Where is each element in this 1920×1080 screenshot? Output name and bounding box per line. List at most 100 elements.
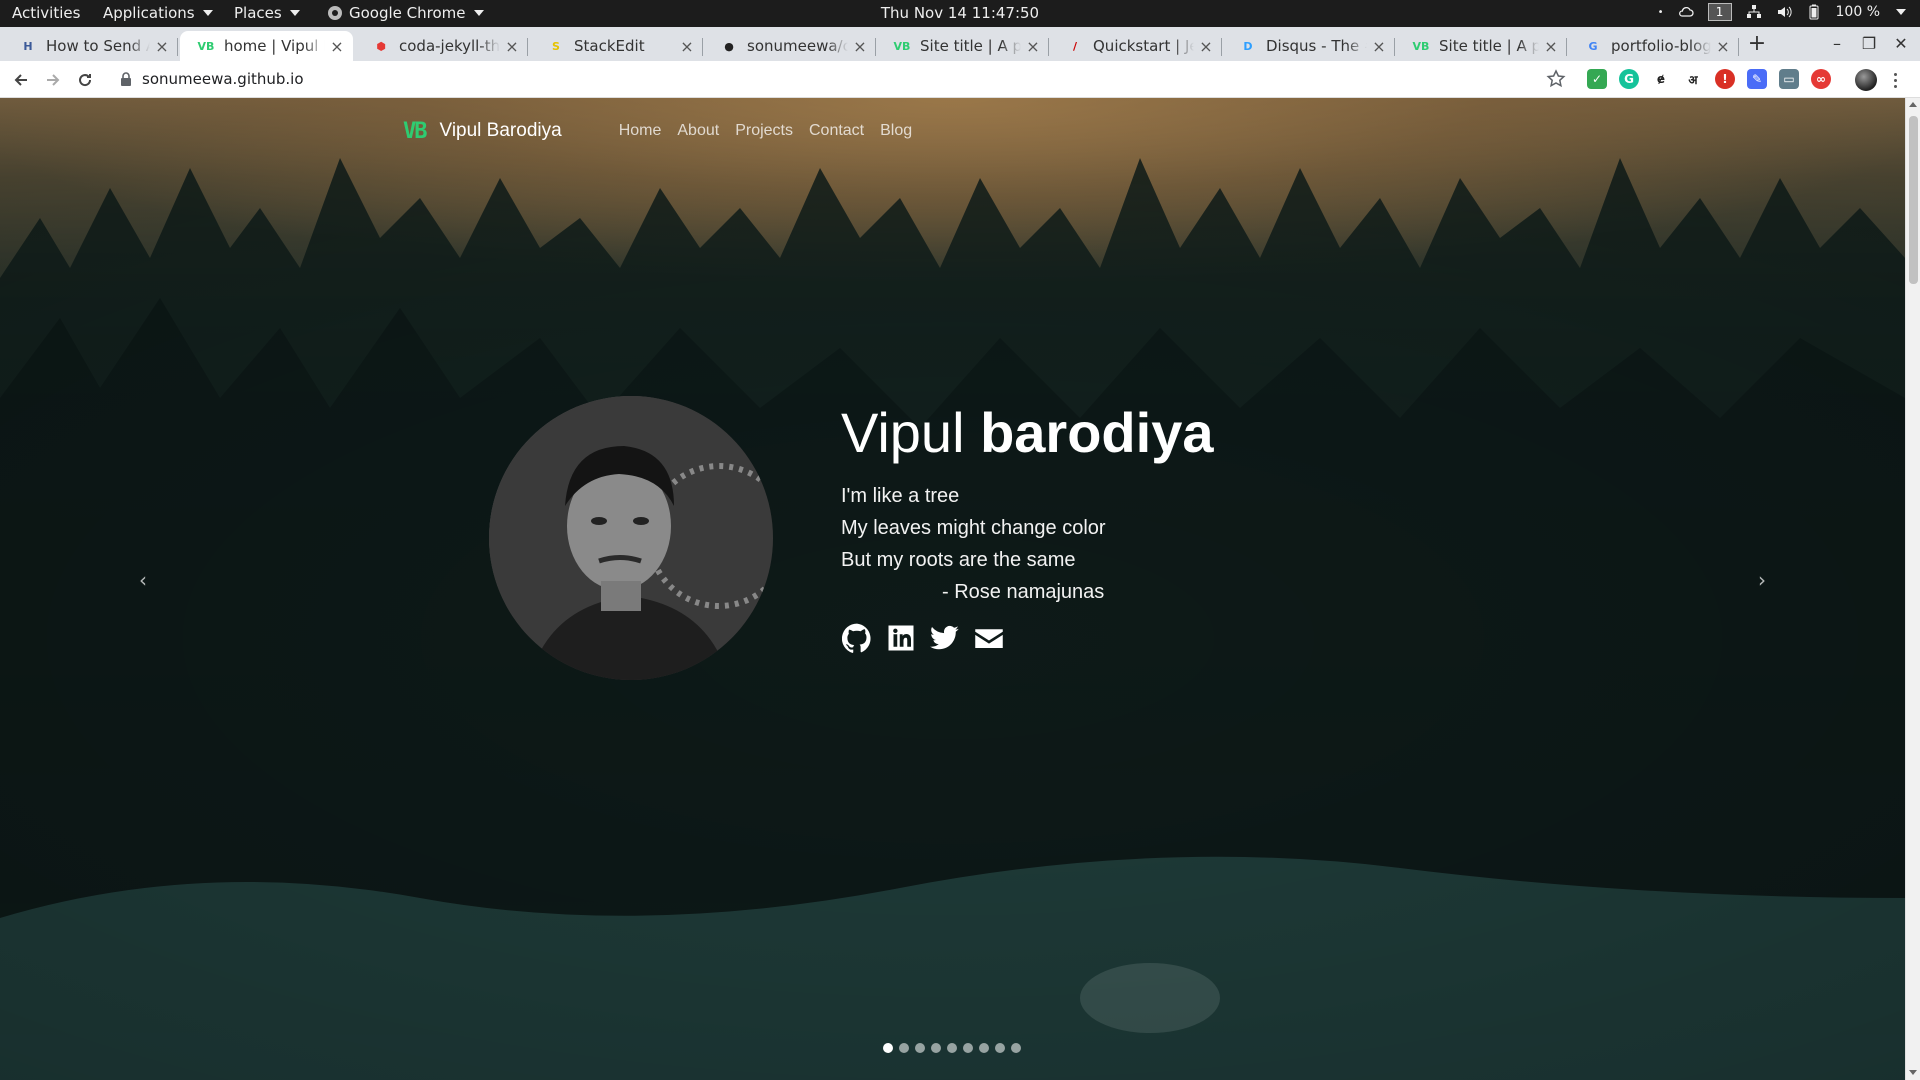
close-icon[interactable]: × xyxy=(1715,37,1731,56)
github-icon[interactable] xyxy=(841,622,873,654)
linkedin-icon[interactable] xyxy=(885,622,917,654)
chrome-icon xyxy=(327,5,343,21)
tab-title: home | Vipul Ba xyxy=(224,37,325,55)
activities-button[interactable]: Activities xyxy=(12,4,80,22)
profile-photo xyxy=(489,396,773,680)
carousel-dot[interactable] xyxy=(979,1043,989,1053)
email-icon[interactable] xyxy=(973,622,1005,654)
forward-button[interactable] xyxy=(42,69,64,91)
back-button[interactable] xyxy=(10,69,32,91)
favicon-icon: H xyxy=(23,39,33,53)
lock-icon xyxy=(121,72,131,86)
browser-tab-active[interactable]: VB home | Vipul Ba× xyxy=(180,31,353,61)
close-icon[interactable]: × xyxy=(1371,37,1387,56)
reload-button[interactable] xyxy=(74,69,96,91)
browser-tab[interactable]: VB Site title | A pers× xyxy=(1395,31,1567,61)
carousel-dot[interactable] xyxy=(883,1043,893,1053)
carousel-dot[interactable] xyxy=(995,1043,1005,1053)
hindi-input-icon[interactable]: अ xyxy=(1683,69,1703,89)
tab-strip: HHow to Send Ap× VBhome | Vipul Ba× ⬢cod… xyxy=(0,27,1920,61)
scroll-down-arrow-icon[interactable] xyxy=(1909,1070,1917,1075)
close-window-button[interactable]: ✕ xyxy=(1891,34,1911,53)
carousel-dot[interactable] xyxy=(947,1043,957,1053)
close-icon[interactable]: × xyxy=(329,37,345,56)
site-logo[interactable]: VB xyxy=(403,119,427,144)
carousel-next-button[interactable]: › xyxy=(1752,568,1772,598)
restore-button[interactable]: ❐ xyxy=(1859,34,1879,53)
close-icon[interactable]: × xyxy=(1198,37,1214,56)
close-icon[interactable]: × xyxy=(1025,37,1041,56)
applications-menu[interactable]: Applications xyxy=(103,4,213,22)
browser-tab[interactable]: H How to Send Ap× xyxy=(2,31,178,61)
carousel-dot[interactable] xyxy=(963,1043,973,1053)
browser-tab[interactable]: S StackEdit × xyxy=(530,31,703,61)
tab-title: Disqus - The #1 xyxy=(1266,37,1367,55)
page-scrollbar[interactable] xyxy=(1905,98,1920,1080)
browser-tab[interactable]: Gportfolio-blog li× xyxy=(1567,31,1739,61)
profile-avatar[interactable] xyxy=(1855,69,1877,91)
hero-first-name: Vipul xyxy=(841,401,965,464)
carousel-dot[interactable] xyxy=(931,1043,941,1053)
extension-icon[interactable]: ∞ xyxy=(1811,69,1831,89)
new-tab-button[interactable]: + xyxy=(1746,33,1768,55)
scroll-up-arrow-icon[interactable] xyxy=(1909,102,1917,107)
favicon-icon: / xyxy=(1072,39,1078,53)
quote-line: My leaves might change color xyxy=(841,517,1106,539)
extension-icon[interactable]: ✓ xyxy=(1587,69,1607,89)
places-menu[interactable]: Places xyxy=(234,4,300,22)
browser-toolbar: sonumeewa.github.io ✓ G ɇ अ ! ✎ ▭ ∞ xyxy=(0,61,1920,98)
app-name: Google Chrome xyxy=(349,4,466,22)
browser-tab[interactable]: / Quickstart | Jek× xyxy=(1049,31,1222,61)
close-icon[interactable]: × xyxy=(504,37,520,56)
address-bar[interactable]: sonumeewa.github.io xyxy=(142,70,304,88)
hero-text-block: Vipul barodiya I'm like a tree My leaves… xyxy=(841,398,1213,654)
cast-icon[interactable]: ▭ xyxy=(1779,69,1799,89)
carousel-indicators xyxy=(883,1043,1021,1053)
applications-label: Applications xyxy=(103,4,195,22)
workspace-indicator[interactable]: 1 xyxy=(1707,3,1732,21)
scroll-thumb[interactable] xyxy=(1909,116,1918,284)
twitter-icon[interactable] xyxy=(929,622,961,654)
favicon-icon: ⬢ xyxy=(376,39,386,53)
chevron-down-icon xyxy=(202,10,213,16)
app-menu[interactable]: Google Chrome xyxy=(327,4,484,22)
favicon-icon: VB xyxy=(893,39,911,53)
browser-tab[interactable]: ● sonumeewa/co× xyxy=(703,31,876,61)
nav-link-projects[interactable]: Projects xyxy=(735,122,793,140)
tab-title: StackEdit xyxy=(574,37,645,55)
browser-tab[interactable]: ⬢ coda-jekyll-ther× xyxy=(355,31,528,61)
extension-icon[interactable]: ✎ xyxy=(1747,69,1767,89)
site-brand[interactable]: Vipul Barodiya xyxy=(440,120,562,142)
favicon-icon: VB xyxy=(197,39,215,53)
minimize-button[interactable]: – xyxy=(1827,34,1847,53)
system-tray[interactable]: • 1 100 % xyxy=(1658,3,1906,21)
browser-menu-icon[interactable] xyxy=(1890,69,1900,91)
carousel-prev-button[interactable]: ‹ xyxy=(133,568,153,598)
nav-link-contact[interactable]: Contact xyxy=(809,122,864,140)
extension-icon[interactable]: ɇ xyxy=(1651,69,1671,89)
nav-link-home[interactable]: Home xyxy=(619,122,662,140)
extension-icon[interactable]: ! xyxy=(1715,69,1735,89)
carousel-dot[interactable] xyxy=(899,1043,909,1053)
carousel-dot[interactable] xyxy=(915,1043,925,1053)
close-icon[interactable]: × xyxy=(852,37,868,56)
close-icon[interactable]: × xyxy=(679,37,695,56)
quote-line: I'm like a tree xyxy=(841,485,960,507)
clock[interactable]: Thu Nov 14 11:47:50 xyxy=(881,4,1039,22)
volume-icon xyxy=(1776,4,1792,20)
arrow-left-icon xyxy=(14,74,27,86)
places-label: Places xyxy=(234,4,282,22)
grammarly-icon[interactable]: G xyxy=(1619,69,1639,89)
nav-link-blog[interactable]: Blog xyxy=(880,122,912,140)
hero-quote: I'm like a tree My leaves might change c… xyxy=(841,480,1213,608)
favicon-icon: G xyxy=(1588,39,1598,53)
browser-tab[interactable]: VB Site title | A pers× xyxy=(876,31,1049,61)
carousel-dot[interactable] xyxy=(1011,1043,1021,1053)
bookmark-star-icon[interactable] xyxy=(1546,69,1566,89)
favicon-icon: VB xyxy=(1412,39,1430,53)
favicon-icon: S xyxy=(552,39,560,53)
close-icon[interactable]: × xyxy=(154,37,170,56)
browser-tab[interactable]: D Disqus - The #1× xyxy=(1222,31,1395,61)
close-icon[interactable]: × xyxy=(1543,37,1559,56)
nav-link-about[interactable]: About xyxy=(677,122,719,140)
